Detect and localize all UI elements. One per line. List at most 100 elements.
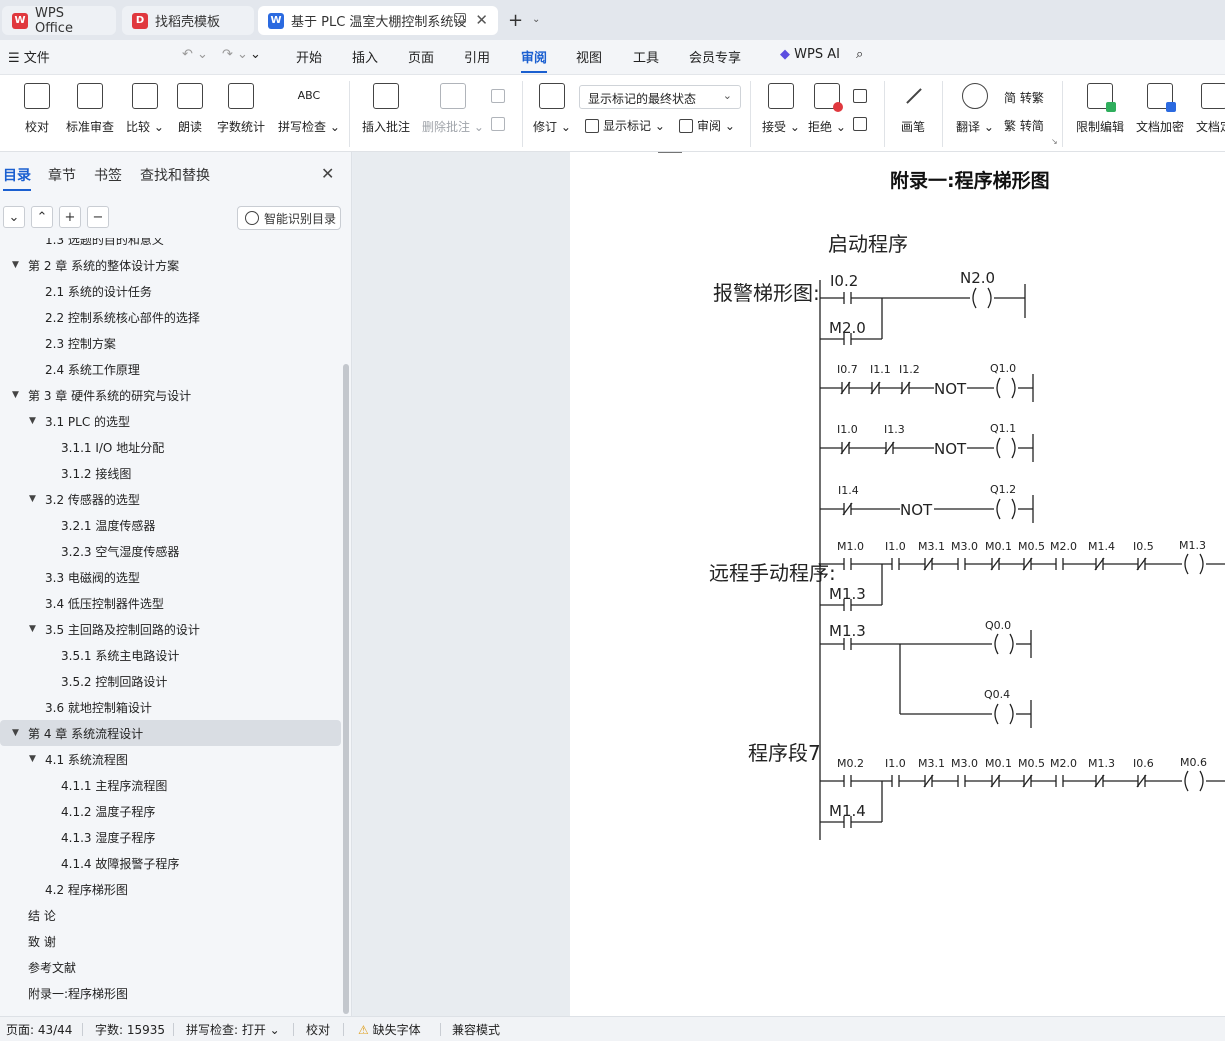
spell-check-button[interactable]: ABC 拼写检查 ⌄ <box>278 83 340 135</box>
toc-item[interactable]: ▼ 第 3 章 硬件系统的研究与设计 <box>0 382 341 408</box>
expand-caret-icon[interactable]: ▼ <box>12 260 19 270</box>
toc-item[interactable]: 参考文献 <box>0 954 341 980</box>
expand-icon[interactable]: ⌄ <box>3 206 25 228</box>
page-indicator[interactable]: 页面: 43/44 <box>6 1021 72 1038</box>
toc-item[interactable]: 2.1 系统的设计任务 <box>0 278 341 304</box>
dialog-launcher-icon[interactable]: ↘ <box>1051 137 1058 146</box>
next-comment-icon[interactable] <box>491 117 509 131</box>
toc-item[interactable]: ▼ 第 4 章 系统流程设计 <box>0 720 341 746</box>
word-count-button[interactable]: 字数统计 <box>217 83 265 135</box>
toc-item[interactable]: 3.5.1 系统主电路设计 <box>0 642 341 668</box>
toc-item[interactable]: 3.2.1 温度传感器 <box>0 512 341 538</box>
translate-button[interactable]: 翻译 ⌄ <box>956 83 994 135</box>
tab-chapters[interactable]: 章节 <box>48 165 76 185</box>
toc-item[interactable]: 3.6 就地控制箱设计 <box>0 694 341 720</box>
toc-item[interactable]: ▼ 第 2 章 系统的整体设计方案 <box>0 252 341 278</box>
menu-file[interactable]: ☰ 文件 <box>8 47 50 66</box>
expand-caret-icon[interactable]: ▼ <box>12 390 19 400</box>
read-aloud-button[interactable]: 朗读 <box>177 83 203 135</box>
toc-item[interactable]: 3.3 电磁阀的选型 <box>0 564 341 590</box>
tab-toc[interactable]: 目录 <box>3 165 31 191</box>
add-heading-icon[interactable]: + <box>59 206 81 228</box>
insert-comment-button[interactable]: 插入批注 <box>362 83 410 135</box>
tab-find-replace[interactable]: 查找和替换 <box>140 165 210 185</box>
toc-item[interactable]: 3.1.2 接线图 <box>0 460 341 486</box>
menu-insert[interactable]: 插入 <box>352 47 378 66</box>
close-icon[interactable]: ✕ <box>475 11 488 29</box>
toc-item[interactable]: 4.2 程序梯形图 <box>0 876 341 902</box>
expand-caret-icon[interactable]: ▼ <box>29 624 36 634</box>
standard-review-button[interactable]: 标准审查 <box>66 83 114 135</box>
redo-icon[interactable]: ↷ ⌄ <box>222 47 248 62</box>
doc-finalize-button[interactable]: 文档定 <box>1196 83 1225 135</box>
track-changes-button[interactable]: 修订 ⌄ <box>533 83 571 135</box>
menu-member[interactable]: 会员专享 <box>689 47 741 66</box>
more-chevron-icon[interactable]: ⌄ <box>250 47 261 62</box>
chevron-down-icon[interactable]: ⌄ <box>532 14 540 25</box>
toc-item[interactable]: 4.1.2 温度子程序 <box>0 798 341 824</box>
tab-wps-office[interactable]: W WPS Office <box>2 6 116 36</box>
next-change-icon[interactable] <box>853 117 871 131</box>
accept-button[interactable]: 接受 ⌄ <box>762 83 800 135</box>
markup-display-select[interactable]: 显示标记的最终状态 ⌄ <box>579 85 741 109</box>
word-count[interactable]: 字数: 15935 <box>95 1021 165 1038</box>
delete-comment-button[interactable]: 删除批注 ⌄ <box>422 83 484 135</box>
missing-font-status[interactable]: ⚠ 缺失字体 <box>358 1021 421 1038</box>
proofread-status[interactable]: 校对 <box>306 1021 330 1038</box>
remove-heading-icon[interactable]: − <box>87 206 109 228</box>
toc-item[interactable]: 3.5.2 控制回路设计 <box>0 668 341 694</box>
expand-caret-icon[interactable]: ▼ <box>12 728 19 738</box>
menu-view[interactable]: 视图 <box>576 47 602 66</box>
to-simplified-button[interactable]: 繁 转简 <box>1004 117 1044 134</box>
document-page[interactable]: 附录一:程序梯形图 启动程序 报警梯形图: 远程手动程序: 程序段7 I0.2 … <box>570 152 1225 1016</box>
expand-caret-icon[interactable]: ▼ <box>29 416 36 426</box>
tab-document[interactable]: W 基于 PLC 温室大棚控制系统设 ✕ <box>258 6 498 35</box>
collapse-icon[interactable]: ⌃ <box>31 206 53 228</box>
toc-item[interactable]: 结 论 <box>0 902 341 928</box>
restrict-edit-button[interactable]: 限制编辑 <box>1076 83 1124 135</box>
menu-references[interactable]: 引用 <box>464 47 490 66</box>
monitor-icon[interactable] <box>454 13 466 23</box>
menu-review[interactable]: 审阅 <box>521 47 548 73</box>
new-tab-icon[interactable]: + <box>508 10 523 31</box>
spell-check-status[interactable]: 拼写检查: 打开 ⌄ <box>186 1021 280 1038</box>
toc-item[interactable]: ▼ 3.5 主回路及控制回路的设计 <box>0 616 341 642</box>
to-traditional-button[interactable]: 简 转繁 <box>1004 89 1044 106</box>
expand-caret-icon[interactable]: ▼ <box>29 754 36 764</box>
toc-item[interactable]: 4.1.4 故障报警子程序 <box>0 850 341 876</box>
toc-item[interactable]: 4.1.3 湿度子程序 <box>0 824 341 850</box>
undo-icon[interactable]: ↶ ⌄ <box>182 47 208 62</box>
toc-item[interactable]: 附录一:程序梯形图 <box>0 980 341 1006</box>
smart-toc-button[interactable]: 智能识别目录 <box>237 206 341 230</box>
menu-page[interactable]: 页面 <box>408 47 434 66</box>
toc-item[interactable]: 3.2.3 空气湿度传感器 <box>0 538 341 564</box>
toc-item[interactable]: ▼ 3.1 PLC 的选型 <box>0 408 341 434</box>
close-icon[interactable]: ✕ <box>321 164 334 183</box>
proofread-button[interactable]: 校对 <box>24 83 50 135</box>
review-pane-button[interactable]: 审阅 ⌄ <box>679 117 735 134</box>
prev-comment-icon[interactable] <box>491 89 509 103</box>
toc-item[interactable]: 3.1.1 I/O 地址分配 <box>0 434 341 460</box>
pen-button[interactable]: 画笔 <box>900 83 926 135</box>
toc-item[interactable]: 2.4 系统工作原理 <box>0 356 341 382</box>
toc-item[interactable]: 致 谢 <box>0 928 341 954</box>
tab-docer-templates[interactable]: D 找稻壳模板 <box>122 6 254 35</box>
menu-tools[interactable]: 工具 <box>633 47 659 66</box>
tab-bookmarks[interactable]: 书签 <box>94 165 122 185</box>
toc-item[interactable]: 4.1.1 主程序流程图 <box>0 772 341 798</box>
toc-item[interactable]: 2.2 控制系统核心部件的选择 <box>0 304 341 330</box>
prev-change-icon[interactable] <box>853 89 871 103</box>
wps-ai-button[interactable]: ◆ WPS AI <box>780 47 840 62</box>
toc-item[interactable]: 1.3 选题的目的和意义 <box>0 238 341 252</box>
toc-item[interactable]: ▼ 4.1 系统流程图 <box>0 746 341 772</box>
toc-item[interactable]: 3.4 低压控制器件选型 <box>0 590 341 616</box>
toc-scrollbar[interactable] <box>343 364 349 1014</box>
encrypt-button[interactable]: 文档加密 <box>1136 83 1184 135</box>
expand-caret-icon[interactable]: ▼ <box>29 494 36 504</box>
show-markup-button[interactable]: 显示标记 ⌄ <box>585 117 665 134</box>
reject-button[interactable]: 拒绝 ⌄ <box>808 83 846 135</box>
search-icon[interactable]: ⌕ <box>856 47 863 62</box>
toc-item[interactable]: 2.3 控制方案 <box>0 330 341 356</box>
toc-item[interactable]: ▼ 3.2 传感器的选型 <box>0 486 341 512</box>
compare-button[interactable]: 比较 ⌄ <box>126 83 164 135</box>
